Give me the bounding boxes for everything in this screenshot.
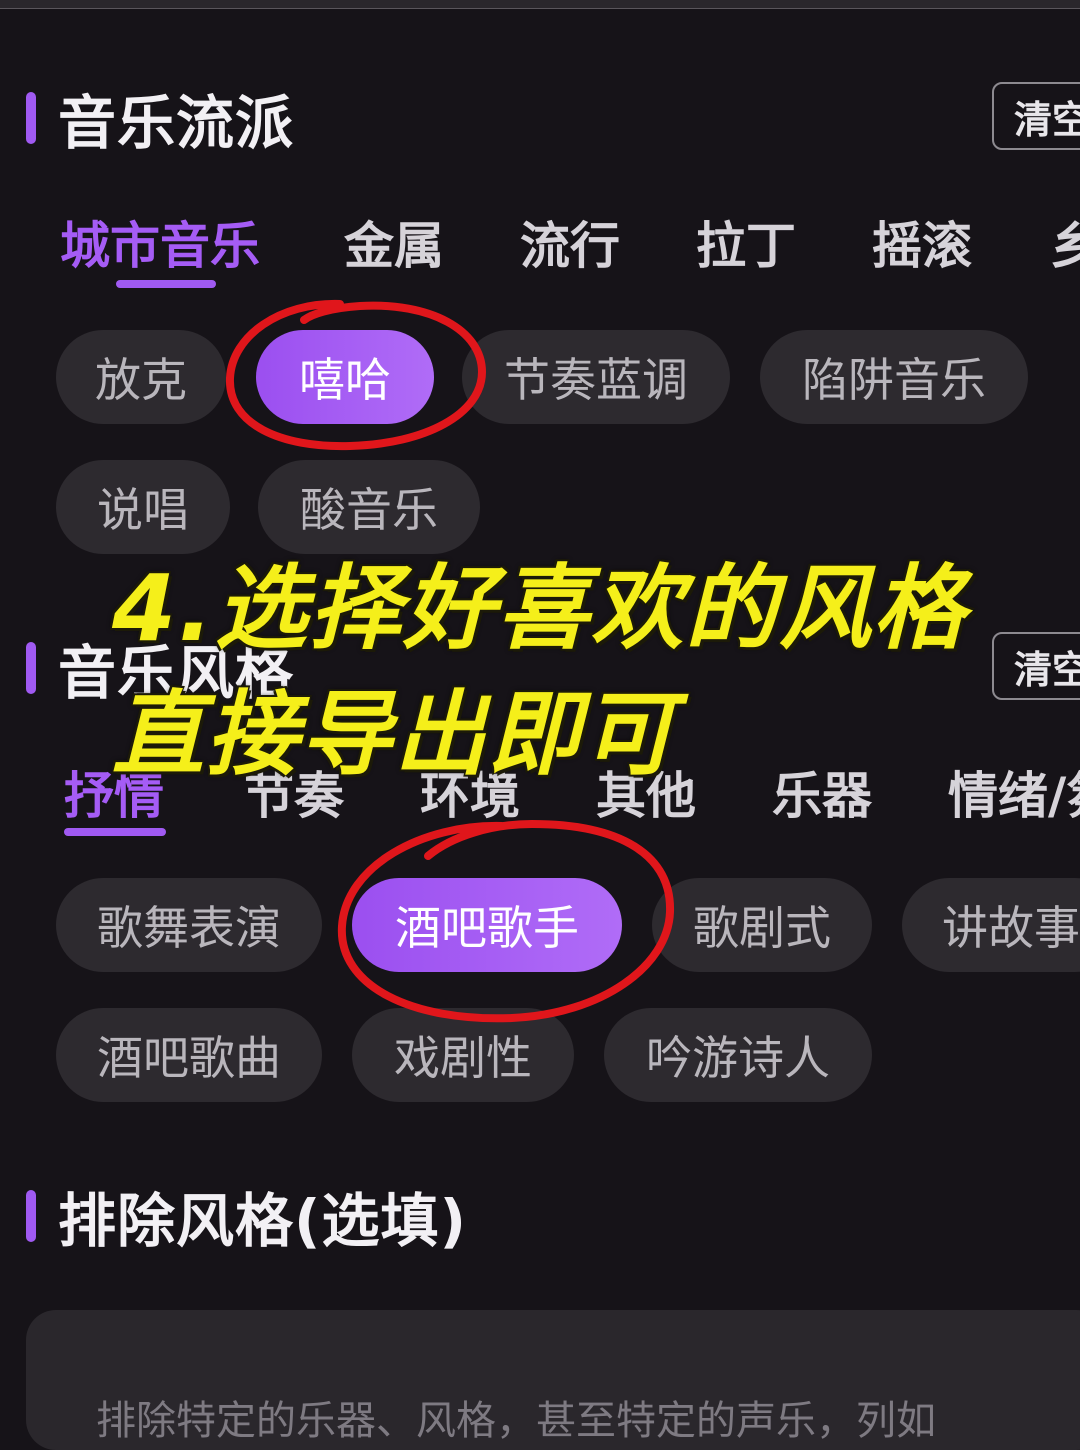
active-tab-indicator — [64, 828, 166, 836]
chip-cabaret[interactable]: 歌舞表演 — [56, 878, 322, 972]
section-accent-bar — [26, 1190, 36, 1242]
tab-urban-music[interactable]: 城市音乐 — [60, 206, 260, 278]
style-clear-button[interactable]: 清空 — [992, 632, 1080, 700]
active-tab-indicator — [116, 280, 216, 288]
chip-rnb[interactable]: 节奏蓝调 — [462, 330, 730, 424]
section-accent-bar — [26, 642, 36, 694]
tab-country[interactable]: 乡 — [1050, 206, 1080, 278]
genre-clear-button[interactable]: 清空 — [992, 82, 1080, 150]
genre-section-header: 音乐流派 — [26, 88, 294, 157]
exclude-section-header: 排除风格(选填) — [26, 1186, 467, 1255]
exclude-placeholder-text: 排除特定的乐器、风格，甚至特定的声乐，列如 — [96, 1398, 936, 1444]
tab-mood[interactable]: 情绪/氛 — [948, 756, 1080, 828]
chip-operatic[interactable]: 歌剧式 — [652, 878, 872, 972]
annotation-circle-lounge-singer — [337, 819, 675, 1023]
overlay-caption-line2: 直接导出即可 — [112, 681, 677, 788]
tab-pop[interactable]: 流行 — [520, 206, 620, 278]
top-divider — [0, 0, 1080, 9]
annotation-circle-hiphop — [225, 299, 487, 451]
chip-storytelling[interactable]: 讲故事 — [902, 878, 1080, 972]
chip-funk[interactable]: 放克 — [56, 330, 226, 424]
tab-metal[interactable]: 金属 — [344, 206, 444, 278]
tab-latin[interactable]: 拉丁 — [696, 206, 796, 278]
genre-section-title: 音乐流派 — [58, 89, 295, 157]
tab-rock[interactable]: 摇滚 — [872, 206, 972, 278]
exclude-section-title: 排除风格(选填) — [58, 1187, 468, 1255]
tab-instrument[interactable]: 乐器 — [772, 756, 872, 828]
section-accent-bar — [26, 92, 36, 144]
chip-trap[interactable]: 陷阱音乐 — [760, 330, 1028, 424]
chip-pub-song[interactable]: 酒吧歌曲 — [56, 1008, 322, 1102]
genre-tab-row: 城市音乐 金属 流行 拉丁 摇滚 乡 — [0, 206, 1080, 296]
overlay-caption-line1: 4.选择好喜欢的风格 — [112, 555, 967, 662]
